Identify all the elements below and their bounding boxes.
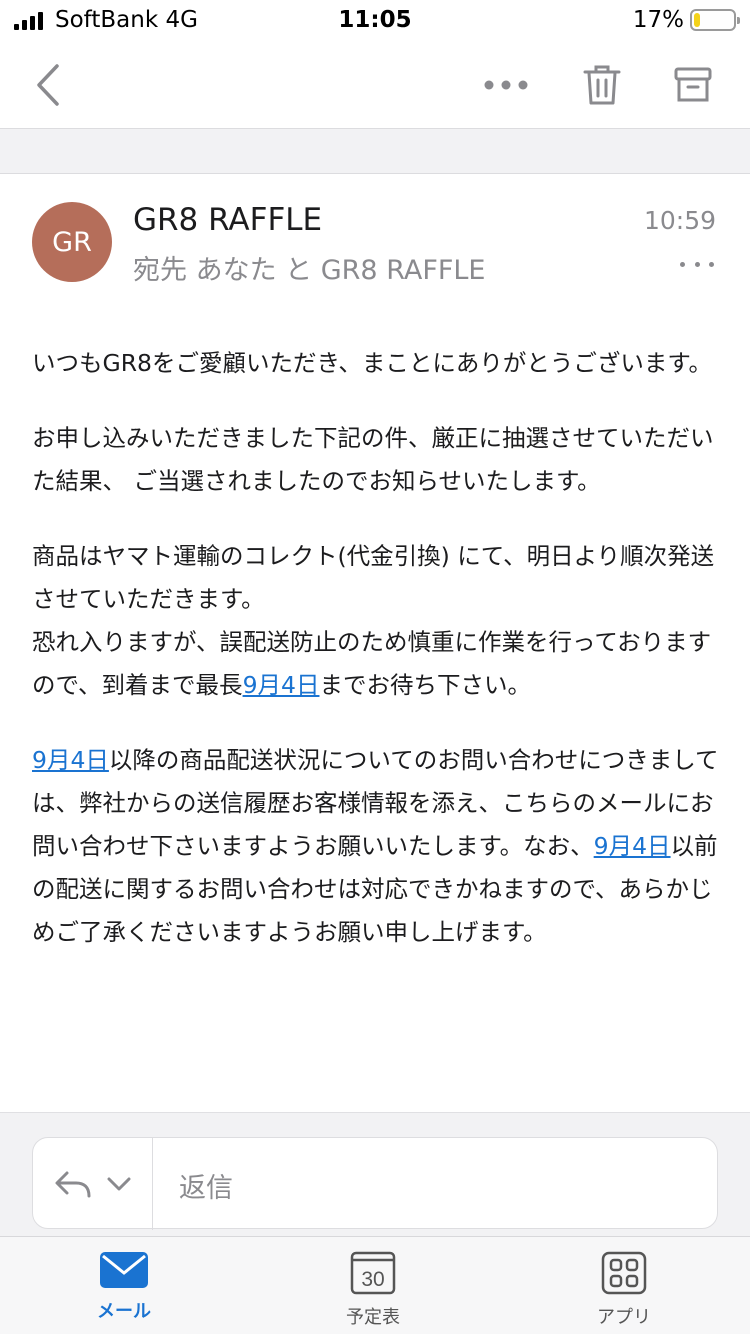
body-paragraph-4: 9月4日以降の商品配送状況についてのお問い合わせにつきましては、弊社からの送信履… xyxy=(32,739,720,954)
message-toolbar xyxy=(0,42,750,128)
body-paragraph-1: いつもGR8をご愛顧いただき、まことにありがとうございます。 xyxy=(32,349,712,377)
reply-area: 返信 xyxy=(0,1112,750,1236)
chevron-down-icon xyxy=(107,1177,130,1191)
body-paragraph-2: お申し込みいただきました下記の件、厳正に抽選させていただいた結果、 ご当選されま… xyxy=(32,424,714,495)
tab-mail[interactable]: メール xyxy=(69,1251,179,1323)
toolbar-separator xyxy=(0,128,750,174)
more-horizontal-icon xyxy=(484,80,528,90)
chevron-left-icon xyxy=(37,64,59,106)
sender-avatar[interactable]: GR xyxy=(32,202,112,282)
archive-icon xyxy=(674,67,712,102)
battery-percent: 17% xyxy=(632,7,684,33)
body-paragraph-3-text-end: までお待ち下さい。 xyxy=(319,671,531,699)
apps-grid-icon xyxy=(601,1251,647,1295)
tab-calendar-label: 予定表 xyxy=(346,1307,400,1328)
tab-apps[interactable]: アプリ xyxy=(569,1251,679,1329)
status-bar: SoftBank 4G 11:05 17% xyxy=(0,0,750,42)
reply-options-button[interactable] xyxy=(33,1138,153,1230)
battery-level-fill xyxy=(694,13,700,27)
tab-apps-label: アプリ xyxy=(597,1307,651,1328)
calendar-icon: 30 xyxy=(350,1251,396,1295)
tab-calendar[interactable]: 30 予定表 xyxy=(318,1251,428,1329)
recipients-line[interactable]: 宛先 あなた と GR8 RAFFLE xyxy=(133,248,486,287)
date-link[interactable]: 9月4日 xyxy=(32,746,109,774)
reply-box[interactable]: 返信 xyxy=(32,1137,718,1230)
reply-arrow-icon xyxy=(55,1171,90,1198)
message-time: 10:59 xyxy=(643,206,716,235)
sender-name[interactable]: GR8 RAFFLE xyxy=(133,202,322,238)
date-link[interactable]: 9月4日 xyxy=(243,671,320,699)
calendar-day: 30 xyxy=(361,1268,384,1291)
tab-mail-label: メール xyxy=(97,1301,151,1322)
body-paragraph-3: 商品はヤマト運輸のコレクト(代金引換) にて、明日より順次発送させていただきます… xyxy=(32,535,720,707)
tab-bar: メール 30 予定表 アプリ xyxy=(0,1236,750,1334)
more-actions-button[interactable] xyxy=(476,42,536,128)
trash-icon xyxy=(583,65,621,105)
archive-button[interactable] xyxy=(663,42,723,128)
delete-button[interactable] xyxy=(572,42,632,128)
back-button[interactable] xyxy=(18,42,78,128)
mail-icon xyxy=(100,1252,148,1288)
message-more-icon[interactable] xyxy=(680,252,714,276)
battery-icon xyxy=(690,9,740,31)
message-body: いつもGR8をご愛顧いただき、まことにありがとうございます。 お申し込みいただき… xyxy=(32,342,720,986)
reply-input[interactable]: 返信 xyxy=(179,1166,233,1205)
date-link[interactable]: 9月4日 xyxy=(594,832,671,860)
body-paragraph-3-line-1: 商品はヤマト運輸のコレクト(代金引換) にて、明日より順次発送させていただきます… xyxy=(32,542,715,613)
